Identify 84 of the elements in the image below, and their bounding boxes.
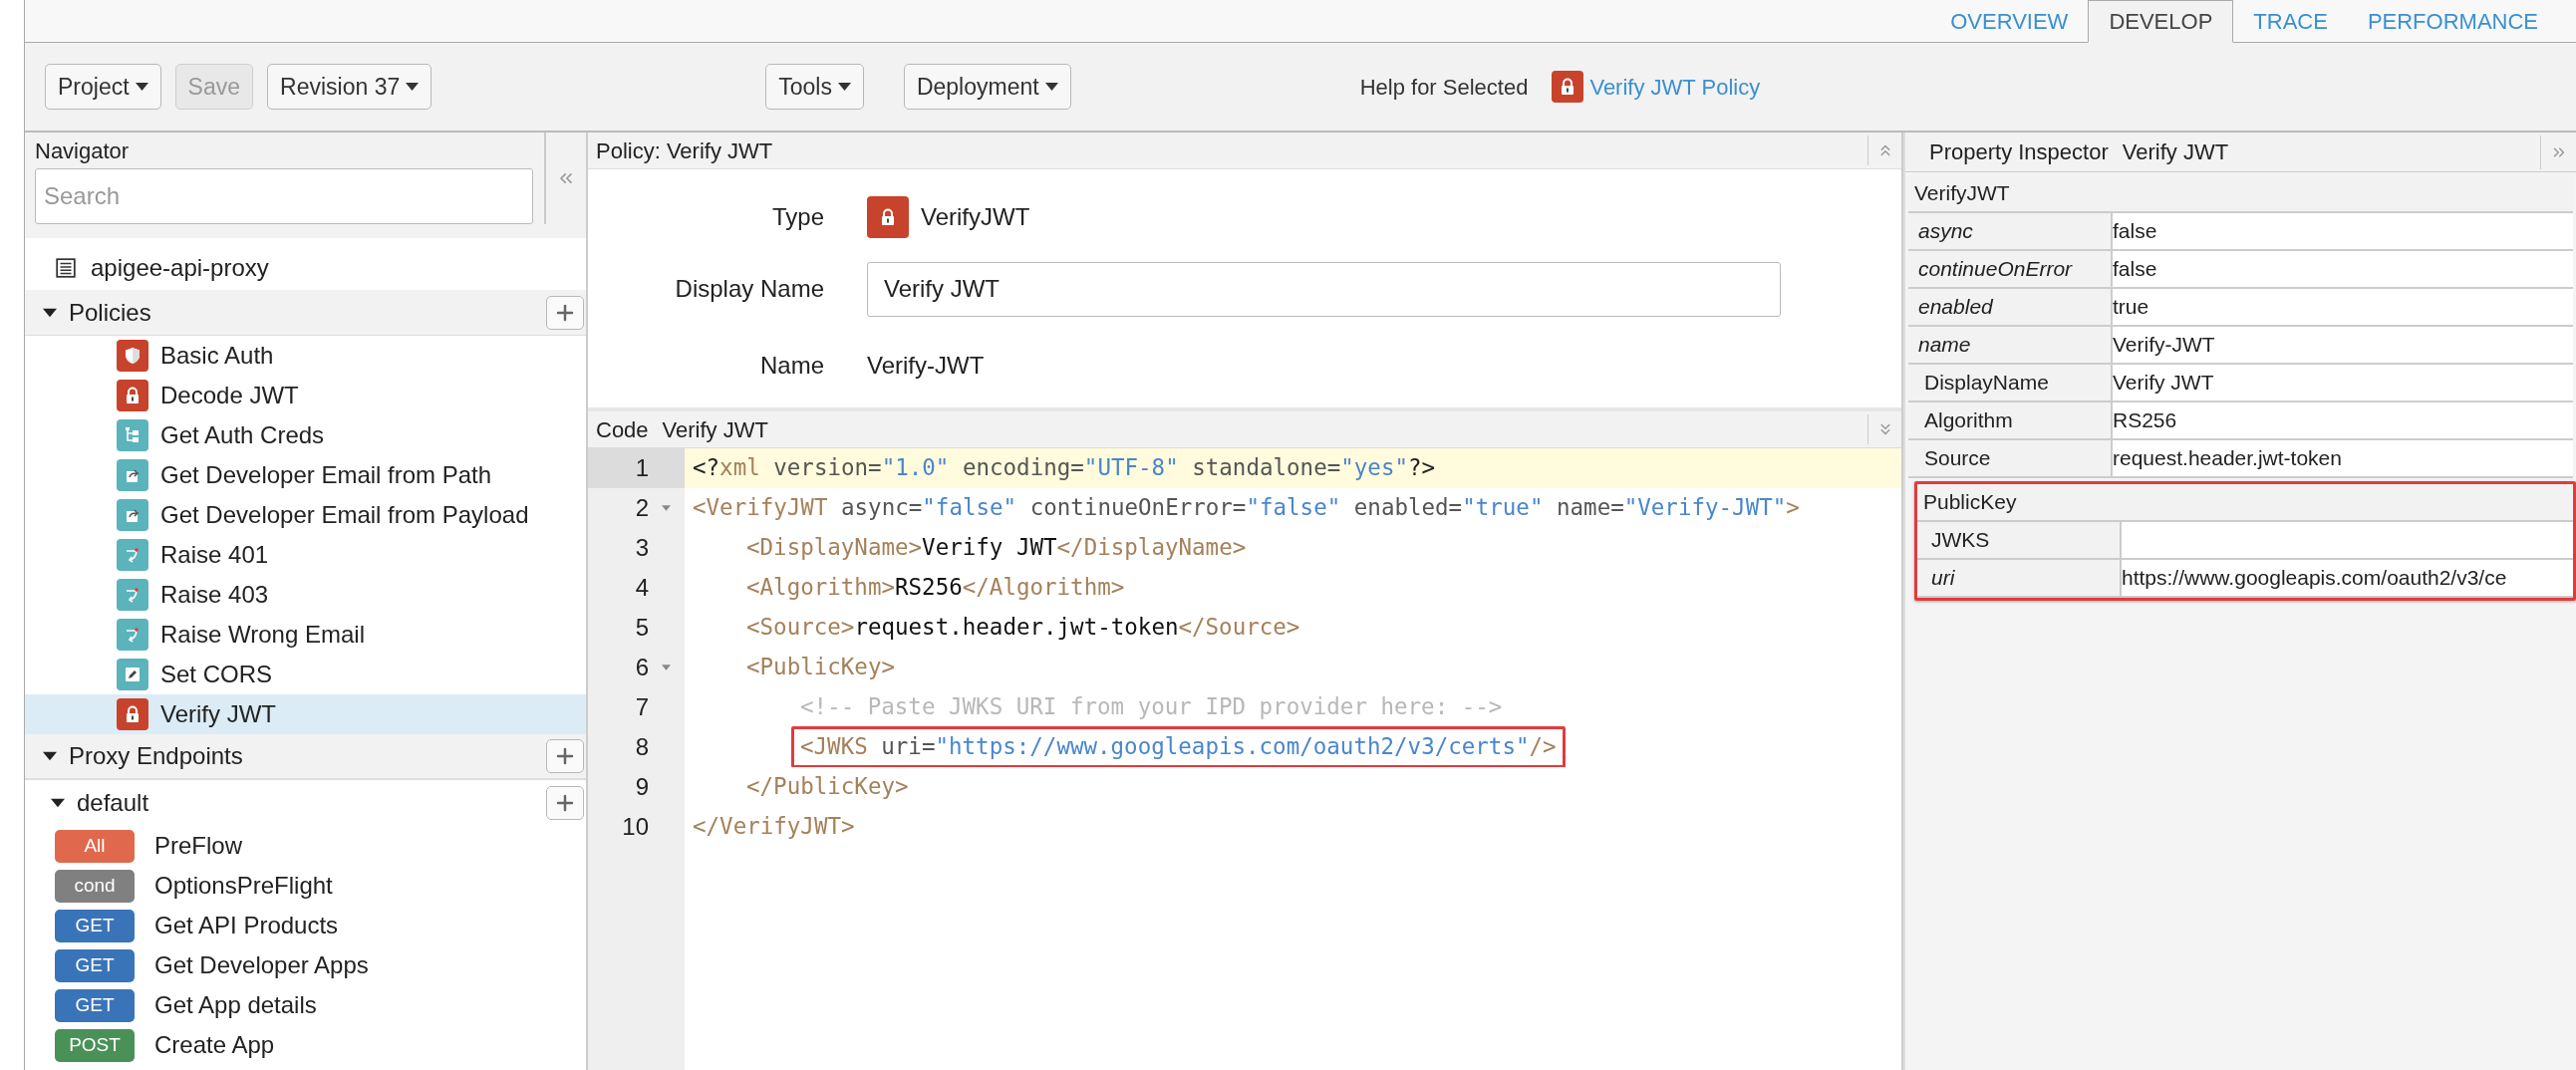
- policy-type: VerifyJWT: [921, 202, 1030, 232]
- line-number: 1: [588, 448, 685, 488]
- nav-tab[interactable]: DEVELOP: [2088, 0, 2234, 43]
- padlock-icon: [867, 196, 909, 238]
- policy-item[interactable]: Get Developer Email from Path: [25, 455, 586, 495]
- property-value[interactable]: RS256: [2113, 402, 2573, 438]
- panel-title: Code: [596, 415, 649, 444]
- help-label: Help for Selected: [1359, 73, 1529, 102]
- property-label: enabled: [1918, 294, 1993, 321]
- flow-item[interactable]: cond OptionsPreFlight: [25, 866, 586, 906]
- property-value[interactable]: request.header.jwt-token: [2113, 440, 2573, 476]
- property-value[interactable]: false: [2113, 251, 2573, 287]
- field-label: Name: [758, 351, 825, 381]
- policy-item[interactable]: Decode JWT: [25, 376, 586, 415]
- property-value[interactable]: false: [2113, 213, 2573, 249]
- section-title: VerifyJWT: [1914, 180, 2010, 207]
- property-label: async: [1918, 218, 1973, 245]
- menu-button[interactable]: Tools: [765, 64, 864, 110]
- panel-subtitle: Verify JWT: [2122, 138, 2230, 166]
- policy-item[interactable]: Verify JWT: [25, 694, 586, 734]
- policy-item[interactable]: Get Developer Email from Payload: [25, 495, 586, 535]
- caret-icon: [406, 83, 420, 91]
- panel-title: Navigator: [35, 136, 131, 165]
- property-label: DisplayName: [1924, 370, 2049, 397]
- search-field[interactable]: Search: [35, 168, 533, 224]
- method-badge: All: [55, 829, 135, 863]
- policy-item[interactable]: Set CORS: [25, 655, 586, 694]
- caret-icon: [1044, 83, 1058, 91]
- section-title[interactable]: Policies: [69, 294, 534, 331]
- flow-item[interactable]: All PreFlow: [25, 826, 586, 866]
- field-label: Display Name: [674, 274, 825, 304]
- policy-name: Verify-JWT: [867, 351, 985, 381]
- policy-item[interactable]: Basic Auth: [25, 336, 586, 376]
- padlock-icon: [117, 698, 148, 730]
- fold-caret-icon[interactable]: [662, 505, 671, 511]
- property-label: Algorithm: [1924, 407, 2013, 434]
- method-badge: GET: [55, 909, 135, 942]
- padlock-icon: [1552, 71, 1584, 103]
- add-button[interactable]: [546, 786, 584, 820]
- property-value[interactable]: Verify JWT: [2113, 365, 2573, 401]
- add-button[interactable]: [546, 739, 584, 773]
- tree-icon: [117, 419, 148, 451]
- list-icon: [55, 257, 77, 279]
- policy-item[interactable]: Raise 403: [25, 575, 586, 615]
- shield-icon: [117, 340, 148, 372]
- policy-item[interactable]: Raise 401: [25, 535, 586, 575]
- method-badge: POST: [55, 1028, 135, 1062]
- method-badge: GET: [55, 948, 135, 982]
- method-badge: cond: [55, 869, 135, 903]
- section-title[interactable]: Proxy Endpoints: [69, 738, 534, 774]
- expand-triangle-icon[interactable]: [51, 796, 65, 810]
- add-button[interactable]: [546, 295, 584, 330]
- pencil-icon: [117, 659, 148, 690]
- proxy-name[interactable]: apigee-api-proxy: [91, 250, 269, 286]
- property-label: name: [1918, 332, 1971, 359]
- caret-icon: [135, 83, 148, 91]
- flow-item[interactable]: POST Create App: [25, 1025, 586, 1065]
- property-value[interactable]: true: [2113, 289, 2573, 325]
- padlock-icon: [117, 380, 148, 411]
- caret-icon: [837, 83, 851, 91]
- policy-item[interactable]: Get Auth Creds: [25, 415, 586, 455]
- property-label: JWKS: [1931, 527, 1990, 554]
- flow-item[interactable]: GET Get Developer Apps: [25, 945, 586, 985]
- property-label: continueOnError: [1918, 256, 2073, 283]
- panel-title: Policy: Verify JWT: [596, 136, 774, 165]
- endpoint-name[interactable]: default: [77, 785, 534, 821]
- menu-button[interactable]: Project: [45, 64, 161, 110]
- section-title: PublicKey: [1923, 489, 2017, 516]
- property-value[interactable]: https://www.googleapis.com/oauth2/v3/ce: [2122, 560, 2573, 596]
- fold-caret-icon[interactable]: [662, 665, 671, 670]
- property-value[interactable]: Verify-JWT: [2113, 327, 2573, 363]
- property-label: Source: [1924, 445, 1991, 472]
- display-name-field[interactable]: Verify JWT: [867, 261, 1781, 317]
- menu-button[interactable]: Deployment: [903, 64, 1071, 110]
- flow-item[interactable]: GET Get API Products: [25, 906, 586, 945]
- flow-item[interactable]: GET Get App details: [25, 985, 586, 1025]
- field-label: Type: [770, 202, 825, 232]
- panel-title: Property Inspector: [1929, 138, 2109, 166]
- panel-subtitle: Verify JWT: [662, 415, 769, 444]
- method-badge: GET: [55, 988, 135, 1022]
- policy-item[interactable]: Raise Wrong Email: [25, 615, 586, 655]
- property-label: uri: [1931, 565, 1955, 592]
- menu-button[interactable]: Revision 37: [267, 64, 432, 110]
- expand-triangle-icon[interactable]: [43, 749, 57, 763]
